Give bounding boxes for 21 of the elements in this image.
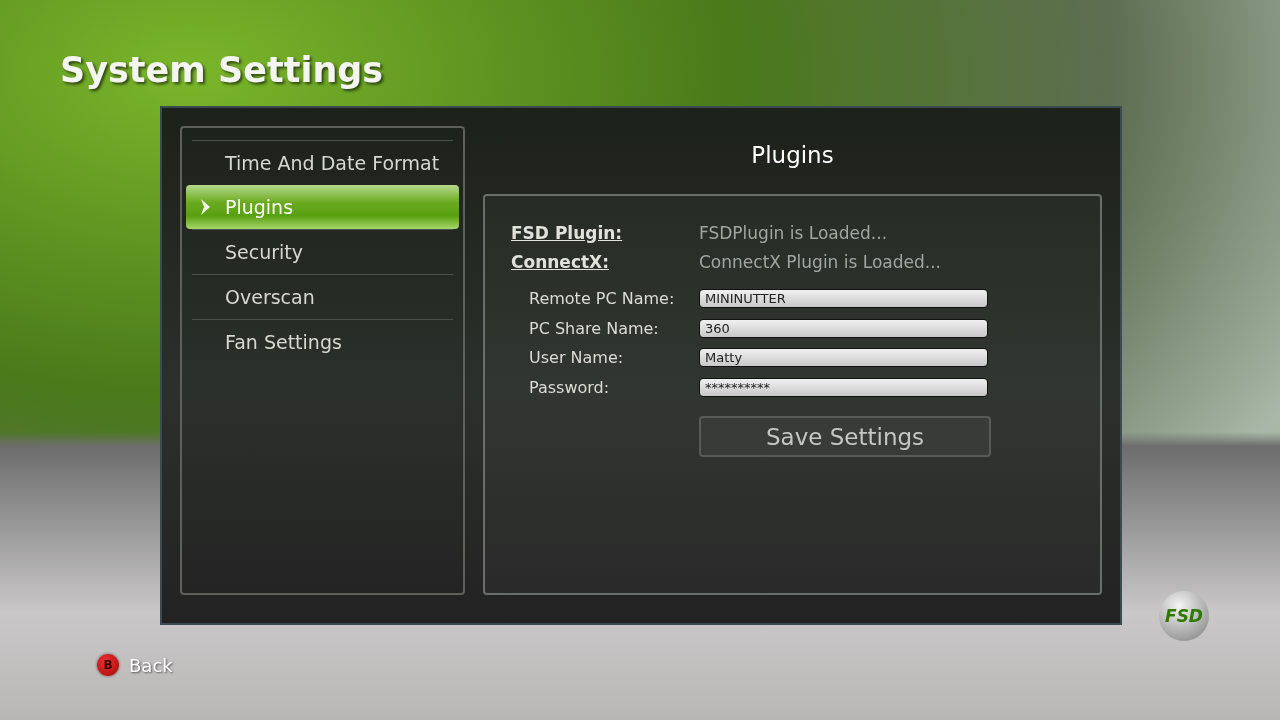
input-field[interactable]: MININUTTER [699,289,988,309]
field-label: PC Share Name: [529,318,660,338]
logo-ball: FSD [1159,591,1209,641]
menu-item[interactable]: Fan Settings [192,319,453,364]
input-field[interactable]: 360 [699,318,988,338]
plugin-label: FSD Plugin: [511,222,624,243]
field-label: Password: [529,377,611,397]
field-label: Remote PC Name: [529,289,676,309]
panel-title: Plugins [751,141,834,170]
menu-item[interactable]: Security [192,229,453,274]
input-field[interactable]: Matty [699,348,988,368]
chevron-icon [200,199,210,215]
plugin-status: FSDPlugin is Loaded... [699,222,888,243]
menu-item[interactable]: Overscan [192,274,453,319]
input-field[interactable]: ********** [699,377,988,397]
plugin-status: ConnectX Plugin is Loaded... [699,251,941,272]
page-title: System Settings [60,49,384,92]
save-button[interactable]: Save Settings [699,416,991,457]
plugin-label: ConnectX: [511,251,610,272]
b-button-icon: B [97,654,119,676]
field-label: User Name: [529,348,625,368]
